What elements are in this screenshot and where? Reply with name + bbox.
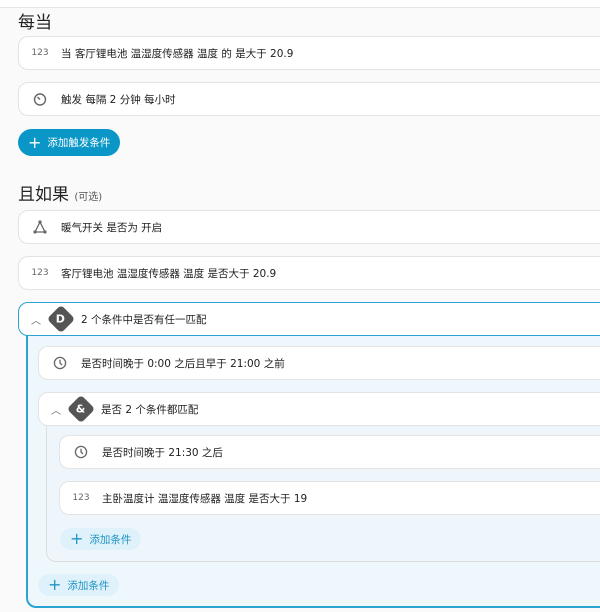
timer-icon bbox=[31, 92, 49, 106]
trigger-text: 当 客厅锂电池 温湿度传感器 温度 的 是大于 20.9 bbox=[61, 46, 293, 61]
numeric-icon: 123 bbox=[31, 48, 49, 58]
or-group-header[interactable]: ︿ D 2 个条件中是否有任一匹配 bbox=[18, 302, 600, 336]
condition-item[interactable]: 暖气开关 是否为 开启 bbox=[18, 210, 600, 244]
condition-item[interactable]: 是否时间晚于 21:30 之后 bbox=[59, 435, 600, 469]
condition-text: 是否时间晚于 21:30 之后 bbox=[102, 445, 223, 460]
condition-text: 是否时间晚于 0:00 之后且早于 21:00 之前 bbox=[81, 356, 285, 371]
condition-item[interactable]: 123 客厅锂电池 温湿度传感器 温度 是否大于 20.9 bbox=[18, 256, 600, 290]
and-group-title: 是否 2 个条件都匹配 bbox=[101, 402, 198, 417]
condition-item[interactable]: 123 主卧温度计 温湿度传感器 温度 是否大于 19 bbox=[59, 481, 600, 515]
chevron-up-icon[interactable]: ︿ bbox=[51, 402, 65, 417]
add-condition-label: 添加条件 bbox=[89, 532, 131, 547]
plus-icon: + bbox=[48, 577, 61, 593]
trigger-item[interactable]: 触发 每隔 2 分钟 每小时 bbox=[18, 82, 600, 116]
trigger-text: 触发 每隔 2 分钟 每小时 bbox=[61, 92, 176, 107]
and-group-header[interactable]: ︿ & 是否 2 个条件都匹配 bbox=[38, 392, 600, 426]
clock-icon bbox=[72, 445, 90, 459]
device-icon bbox=[31, 220, 49, 234]
plus-icon: + bbox=[70, 531, 83, 547]
chevron-up-icon[interactable]: ︿ bbox=[31, 312, 45, 327]
numeric-icon: 123 bbox=[31, 268, 49, 278]
conditions-heading: 且如果 (可选) bbox=[18, 180, 102, 205]
condition-item[interactable]: 是否时间晚于 0:00 之后且早于 21:00 之前 bbox=[38, 346, 600, 380]
clock-icon bbox=[51, 356, 69, 370]
add-trigger-label: 添加触发条件 bbox=[47, 135, 110, 150]
plus-icon: + bbox=[28, 135, 41, 151]
add-condition-button[interactable]: + 添加条件 bbox=[38, 574, 119, 596]
triggers-heading: 每当 bbox=[18, 8, 52, 33]
add-trigger-button[interactable]: + 添加触发条件 bbox=[18, 129, 120, 156]
condition-text: 客厅锂电池 温湿度传感器 温度 是否大于 20.9 bbox=[61, 266, 276, 281]
and-icon: & bbox=[67, 395, 95, 423]
numeric-icon: 123 bbox=[72, 493, 90, 503]
add-condition-button[interactable]: + 添加条件 bbox=[60, 528, 141, 550]
optional-label: (可选) bbox=[74, 192, 102, 203]
add-condition-label: 添加条件 bbox=[67, 578, 109, 593]
or-group-title: 2 个条件中是否有任一匹配 bbox=[81, 312, 207, 327]
conditions-title: 且如果 bbox=[18, 185, 69, 205]
trigger-item[interactable]: 123 当 客厅锂电池 温湿度传感器 温度 的 是大于 20.9 bbox=[18, 36, 600, 70]
condition-text: 主卧温度计 温湿度传感器 温度 是否大于 19 bbox=[102, 491, 307, 506]
or-icon: D bbox=[47, 305, 75, 333]
condition-text: 暖气开关 是否为 开启 bbox=[61, 220, 162, 235]
top-bar bbox=[0, 0, 600, 8]
